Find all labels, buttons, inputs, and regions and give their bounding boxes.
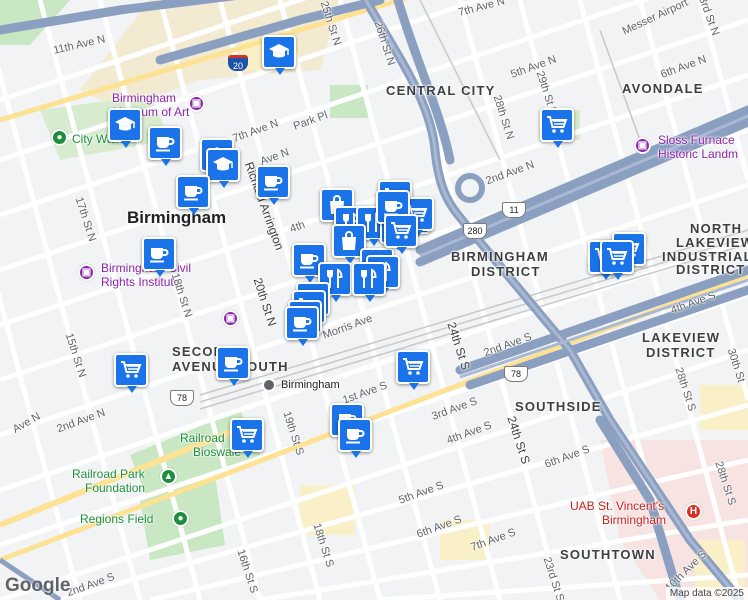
district-north-lakeview-1: NORTH <box>690 221 743 236</box>
poi-railroad-foundation-2[interactable]: Foundation <box>85 482 145 494</box>
poi-railroad-foundation-1[interactable]: Railroad Park <box>72 468 145 480</box>
poi-sloss-2[interactable]: Historic Landm <box>658 148 738 160</box>
us-280-shield: 280 <box>463 223 487 239</box>
district-birmingham-2: DISTRICT <box>471 264 541 279</box>
cafe-pin[interactable] <box>142 237 176 277</box>
park-icon[interactable]: ● <box>51 129 68 146</box>
map-attribution[interactable]: Map data ©2025 <box>665 587 748 600</box>
train-station-icon[interactable] <box>262 378 276 392</box>
cafe-pin[interactable] <box>285 306 319 346</box>
poi-uab-2[interactable]: Birmingham <box>602 514 666 526</box>
us-78-shield: 78 <box>504 366 528 382</box>
poi-sloss-1[interactable]: Sloss Furnace <box>658 134 735 146</box>
district-lakeview-2: DISTRICT <box>646 345 716 360</box>
grocery-pin[interactable] <box>600 240 634 280</box>
grocery-pin[interactable] <box>384 214 418 254</box>
tree-icon[interactable]: ▲ <box>160 468 177 485</box>
museum-icon[interactable]: ▣ <box>78 264 95 281</box>
us-11-shield: 11 <box>502 202 526 218</box>
district-north-lakeview-4: DISTRICT <box>676 262 746 277</box>
google-logo: Google <box>5 575 71 596</box>
restaurant-pin[interactable] <box>352 262 386 302</box>
grocery-pin[interactable] <box>540 108 574 148</box>
poi-uab-1[interactable]: UAB St. Vincent's <box>570 500 664 512</box>
education-pin[interactable] <box>108 108 142 148</box>
cafe-pin[interactable] <box>256 165 290 205</box>
poi-museum-line1[interactable]: Birmingham <box>112 92 176 104</box>
map-canvas[interactable]: CENTRAL CITY AVONDALE BIRMINGHAM DISTRIC… <box>0 0 748 600</box>
grocery-pin[interactable] <box>114 353 148 393</box>
museum-icon[interactable]: ▣ <box>222 310 239 327</box>
poi-station[interactable]: Birmingham <box>281 380 340 391</box>
cafe-pin[interactable] <box>216 346 250 386</box>
district-central-city: CENTRAL CITY <box>386 83 496 98</box>
district-birmingham-1: BIRMINGHAM <box>451 249 549 264</box>
cafe-pin[interactable] <box>148 126 182 166</box>
grocery-pin[interactable] <box>230 418 264 458</box>
us-78-shield: 78 <box>170 390 194 406</box>
district-southside: SOUTHSIDE <box>515 399 602 414</box>
landmark-icon[interactable]: ▣ <box>634 137 651 154</box>
poi-regions-field[interactable]: Regions Field <box>80 513 153 525</box>
interstate-20-shield: 20 <box>228 55 248 71</box>
hospital-icon[interactable]: H <box>685 503 702 520</box>
city-label: Birmingham <box>127 208 227 227</box>
grocery-pin[interactable] <box>396 350 430 390</box>
district-southtown: SOUTHTOWN <box>560 547 656 562</box>
district-lakeview-1: LAKEVIEW <box>642 330 721 345</box>
stadium-icon[interactable]: ● <box>172 510 189 527</box>
poi-railroad-park-1[interactable]: Railroad <box>180 432 225 444</box>
district-avondale: AVONDALE <box>622 81 704 96</box>
education-pin[interactable] <box>206 148 240 188</box>
district-north-lakeview-2: LAKEVIEW <box>676 235 748 250</box>
museum-icon[interactable]: ▣ <box>188 95 205 112</box>
education-pin[interactable] <box>262 35 296 75</box>
cafe-pin[interactable] <box>338 418 372 458</box>
cafe-pin[interactable] <box>176 175 210 215</box>
